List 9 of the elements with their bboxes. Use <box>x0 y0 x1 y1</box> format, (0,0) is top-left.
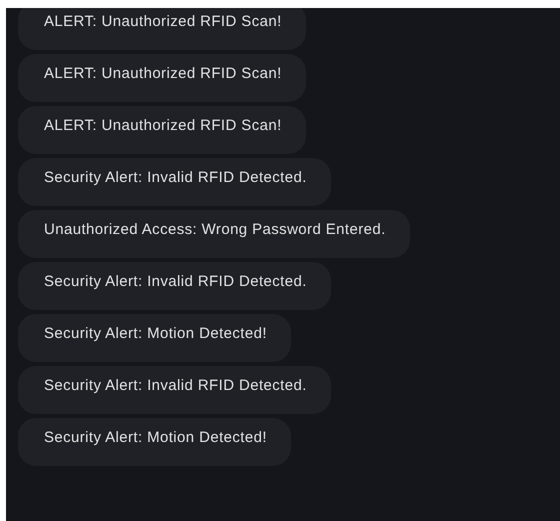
message-bubble: ALERT: Unauthorized RFID Scan! <box>18 106 306 154</box>
message-bubble: Security Alert: Motion Detected! <box>18 418 291 466</box>
message-bubble: Security Alert: Invalid RFID Detected. <box>18 366 331 414</box>
message-bubble: ALERT: Unauthorized RFID Scan! <box>18 8 306 50</box>
message-bubble: Security Alert: Motion Detected! <box>18 314 291 362</box>
message-bubble: ALERT: Unauthorized RFID Scan! <box>18 54 306 102</box>
message-bubble: Unauthorized Access: Wrong Password Entered. <box>18 210 410 258</box>
message-bubble: Security Alert: Invalid RFID Detected. <box>18 262 331 310</box>
message-bubble: Security Alert: Invalid RFID Detected. <box>18 158 331 206</box>
